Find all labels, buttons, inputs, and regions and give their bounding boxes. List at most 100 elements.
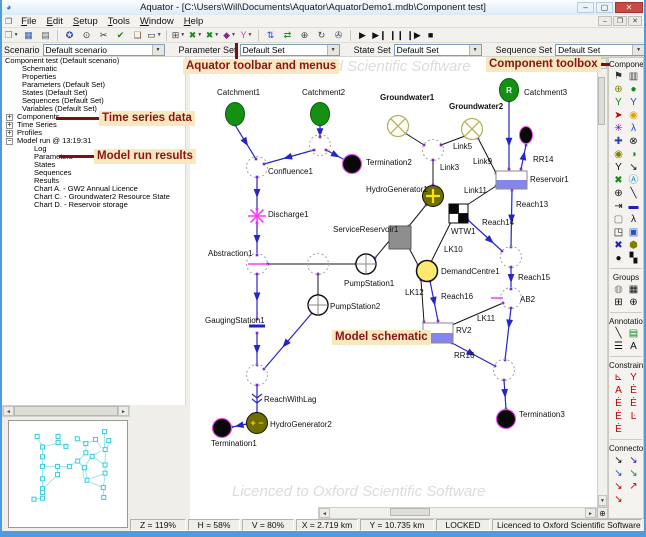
edge-handle[interactable] bbox=[525, 144, 528, 147]
connector-3-icon[interactable]: ↘ bbox=[612, 467, 626, 480]
schematic-minimap[interactable] bbox=[8, 420, 128, 528]
toolbar-snapshot-button[interactable]: ✇ bbox=[330, 29, 347, 42]
canvas-horizontal-scrollbar[interactable]: ◄ ► bbox=[318, 507, 597, 519]
group-cross-icon[interactable]: ⊕ bbox=[627, 296, 641, 309]
edge-handle[interactable] bbox=[510, 288, 513, 291]
node-hydrogenerator2[interactable]: +− bbox=[247, 413, 268, 434]
demand-centre-icon[interactable]: ◉ bbox=[627, 109, 641, 122]
edge-handle[interactable] bbox=[510, 266, 513, 269]
group-grid-icon[interactable]: ▦ bbox=[627, 283, 641, 296]
confluence-k-icon[interactable]: Y bbox=[612, 161, 626, 174]
group-circle-icon[interactable]: ◍ bbox=[612, 283, 626, 296]
edge-handle[interactable] bbox=[508, 168, 511, 171]
edge-handle[interactable] bbox=[510, 307, 513, 310]
constraint-e5-icon[interactable]: Ė bbox=[612, 423, 626, 436]
constraint-e1-icon[interactable]: Ė bbox=[627, 384, 641, 397]
edge-handle[interactable] bbox=[256, 254, 259, 257]
combo-arrow-icon[interactable]: ▼ bbox=[632, 45, 644, 55]
scroll-right-icon[interactable]: ► bbox=[585, 508, 596, 518]
toolbar-pause-button[interactable]: ❙❙ bbox=[388, 29, 405, 42]
river-link[interactable] bbox=[505, 308, 511, 360]
confluence-icon[interactable]: Y bbox=[612, 96, 626, 109]
collapse-icon[interactable]: − bbox=[6, 138, 13, 145]
sequence-set-combobox[interactable]: Default Set▼ bbox=[555, 44, 645, 56]
canvas-vertical-scrollbar[interactable]: ▲ ▼ bbox=[597, 57, 608, 507]
annotation-text-icon[interactable]: A bbox=[627, 340, 641, 353]
expand-icon[interactable]: + bbox=[6, 122, 13, 129]
vscroll-thumb[interactable] bbox=[598, 77, 605, 125]
checker-icon[interactable]: ▚ bbox=[627, 252, 641, 265]
edge-handle[interactable] bbox=[263, 163, 266, 166]
combo-arrow-icon[interactable]: ▼ bbox=[327, 45, 339, 55]
connector-4-icon[interactable]: ↘ bbox=[627, 467, 641, 480]
group-box-icon[interactable]: ⊞ bbox=[612, 296, 626, 309]
toolbar-run-to-button[interactable]: ▶❙ bbox=[371, 29, 388, 42]
demand-person-icon[interactable]: λ bbox=[627, 122, 641, 135]
schematic-canvas[interactable]: Oxford Scientific Software Licenced to O… bbox=[190, 57, 597, 507]
tree-scroll-thumb[interactable] bbox=[14, 406, 118, 416]
aquifer-icon[interactable]: Ⓐ bbox=[627, 174, 641, 187]
node-catchment1[interactable] bbox=[226, 103, 245, 126]
edge-handle[interactable] bbox=[440, 144, 443, 147]
transfer-icon[interactable]: ✖ bbox=[612, 174, 626, 187]
toolbar-open-button[interactable]: ❐▼ bbox=[3, 29, 20, 42]
tree-item-chart-d-reservoir-storage[interactable]: Chart D. - Reservoir storage bbox=[2, 201, 185, 209]
expand-icon[interactable]: + bbox=[6, 130, 13, 137]
edge-handle[interactable] bbox=[520, 168, 523, 171]
mdi-close-button[interactable]: ✕ bbox=[628, 16, 642, 26]
bifurcation-icon[interactable]: Y bbox=[627, 96, 641, 109]
node-discharge1[interactable] bbox=[248, 207, 266, 225]
scroll-left-icon[interactable]: ◄ bbox=[319, 508, 330, 518]
tree-item-model-run-13-19-31[interactable]: −Model run @ 13:19:31 bbox=[2, 137, 185, 145]
tree-item-sequences[interactable]: Sequences bbox=[2, 169, 185, 177]
pump-link[interactable] bbox=[421, 280, 424, 322]
node-catchment2[interactable] bbox=[311, 103, 330, 126]
edge-handle[interactable] bbox=[432, 159, 435, 162]
turbine-icon[interactable]: ◑ bbox=[627, 148, 641, 161]
toolbar-charts-button[interactable]: ◆▼ bbox=[221, 29, 238, 42]
toolbar-component-button[interactable]: ⊞▼ bbox=[170, 29, 187, 42]
connector-6-icon[interactable]: ↗ bbox=[627, 480, 641, 493]
discharge-icon[interactable]: ✳ bbox=[612, 122, 626, 135]
node-rr14-node[interactable] bbox=[520, 127, 533, 144]
state-set-combobox[interactable]: Default Set▼ bbox=[394, 44, 482, 56]
constraint-a-icon[interactable]: A bbox=[612, 384, 626, 397]
edge-handle[interactable] bbox=[503, 379, 506, 382]
annotation-picture-icon[interactable]: ▤ bbox=[627, 327, 641, 340]
constraint-e2-icon[interactable]: Ė bbox=[612, 397, 626, 410]
inflow-icon[interactable]: ⇥ bbox=[612, 200, 626, 213]
node-termination1[interactable] bbox=[213, 419, 232, 438]
toolbar-step-button[interactable]: ❙▶ bbox=[405, 29, 422, 42]
edge-handle[interactable] bbox=[255, 158, 258, 161]
toolbar-check-data-button[interactable]: ✖▼ bbox=[204, 29, 221, 42]
node-junction-c[interactable] bbox=[247, 365, 268, 386]
toolbar-permissions-button[interactable]: ✪ bbox=[61, 29, 78, 42]
constraint-chart-icon[interactable]: ⊾ bbox=[612, 371, 626, 384]
node-junction-f[interactable] bbox=[494, 360, 515, 381]
connector-1-icon[interactable]: ↘ bbox=[612, 454, 626, 467]
toolbar-cut-button[interactable]: ✂ bbox=[95, 29, 112, 42]
menu-setup[interactable]: Setup bbox=[68, 16, 103, 27]
node-junction-e[interactable] bbox=[501, 247, 522, 268]
toolbar-stop-button[interactable]: ■ bbox=[422, 29, 439, 42]
termination-icon[interactable]: ⊗ bbox=[627, 135, 641, 148]
minimize-button[interactable]: – bbox=[577, 2, 594, 13]
close-button[interactable]: ✕ bbox=[615, 2, 643, 13]
connector-7-icon[interactable]: ↘ bbox=[612, 493, 626, 506]
menu-window[interactable]: Window bbox=[135, 16, 179, 27]
node-pumpstation1[interactable] bbox=[356, 254, 376, 274]
service-reservoir-icon[interactable]: ▢ bbox=[612, 213, 626, 226]
parameter-set-combobox[interactable]: Default Set▼ bbox=[240, 44, 340, 56]
junction-icon[interactable]: ✚ bbox=[612, 135, 626, 148]
tree-horizontal-scrollbar[interactable]: ◄ ► bbox=[2, 405, 130, 417]
node-termination2[interactable] bbox=[343, 155, 362, 174]
pump-link[interactable] bbox=[409, 205, 426, 226]
node-wtw1[interactable] bbox=[449, 204, 468, 223]
connector-5-icon[interactable]: ↘ bbox=[612, 480, 626, 493]
constraint-e3-icon[interactable]: Ė bbox=[627, 397, 641, 410]
crossing-icon[interactable]: ✖ bbox=[612, 239, 626, 252]
edge-handle[interactable] bbox=[325, 149, 328, 152]
menu-edit[interactable]: Edit bbox=[42, 16, 68, 27]
pump-station-icon[interactable]: ⊕ bbox=[612, 187, 626, 200]
wtw-icon[interactable]: ▣ bbox=[627, 226, 641, 239]
